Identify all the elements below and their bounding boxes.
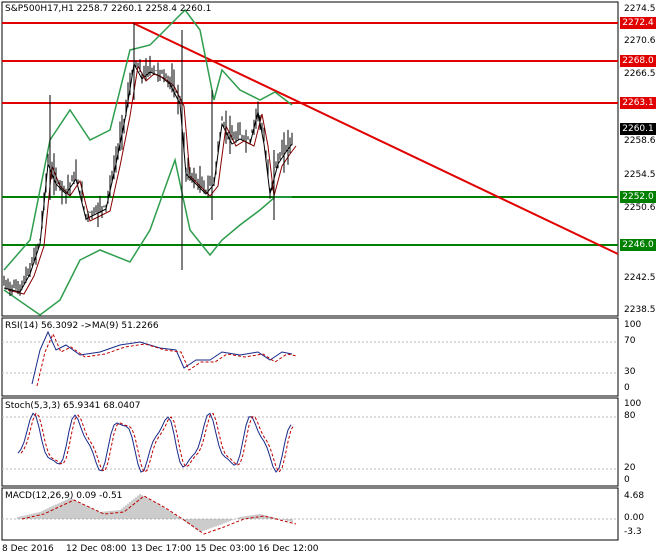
price-tick: 2258.6 bbox=[624, 136, 656, 146]
stoch-tick: 100 bbox=[624, 399, 642, 409]
macd-signal-line bbox=[21, 495, 297, 535]
chart-canvas bbox=[1, 1, 619, 541]
macd-tick: -3.3 bbox=[624, 527, 642, 537]
price-label-2272: 2272.4 bbox=[620, 17, 656, 29]
current-price-label: 2260.1 bbox=[620, 123, 656, 135]
symbol-header: S&P500H17,H1 2258.7 2260.1 2258.4 2260.1 bbox=[5, 4, 212, 14]
ma-line bbox=[7, 64, 297, 295]
price-tick: 2270.6 bbox=[624, 36, 656, 46]
moving-averages bbox=[3, 62, 297, 295]
bollinger-upper bbox=[3, 8, 293, 271]
time-label: 16 Dec 12:00 bbox=[258, 544, 319, 554]
macd-tick: 4.68 bbox=[624, 491, 645, 501]
stoch-lines bbox=[17, 412, 295, 473]
time-label: 8 Dec 2016 bbox=[2, 544, 54, 554]
price-tick: 2238.5 bbox=[624, 305, 656, 315]
macd-header: MACD(12,26,9) 0.09 -0.51 bbox=[5, 491, 123, 501]
stoch-tick: 20 bbox=[624, 463, 636, 473]
price-tick: 2274.5 bbox=[624, 4, 656, 14]
rsi-tick: 0 bbox=[624, 383, 630, 393]
stoch-signal-line bbox=[20, 412, 295, 473]
rsi-line bbox=[31, 330, 293, 385]
price-tick: 2250.6 bbox=[624, 203, 656, 213]
price-tick: 2254.5 bbox=[624, 170, 656, 180]
time-label: 12 Dec 08:00 bbox=[66, 544, 127, 554]
ma-line bbox=[3, 62, 293, 293]
main-panel-frame bbox=[1, 1, 619, 317]
price-tick: 2266.5 bbox=[624, 69, 656, 79]
rsi-header: RSI(14) 56.3092 ->MA(9) 51.2266 bbox=[5, 321, 159, 331]
rsi-tick: 70 bbox=[624, 336, 636, 346]
price-tick: 2242.5 bbox=[624, 273, 656, 283]
price-label-2268: 2268.0 bbox=[620, 55, 656, 67]
price-label-2246: 2246.0 bbox=[620, 239, 656, 251]
rsi-tick: 100 bbox=[624, 320, 642, 330]
stoch-tick: 80 bbox=[624, 411, 636, 421]
price-label-2263: 2263.1 bbox=[620, 97, 656, 109]
stoch-header: Stoch(5,3,3) 65.9341 68.0407 bbox=[5, 401, 141, 411]
stoch-panel-frame bbox=[1, 397, 619, 487]
bollinger-bands bbox=[3, 8, 293, 316]
rsi-lines bbox=[31, 330, 298, 387]
price-bars bbox=[3, 23, 293, 296]
price-label-2252: 2252.0 bbox=[620, 191, 656, 203]
rsi-tick: 30 bbox=[624, 367, 636, 377]
bollinger-lower bbox=[3, 157, 292, 316]
time-label: 15 Dec 03:00 bbox=[195, 544, 256, 554]
time-label: 13 Dec 17:00 bbox=[131, 544, 192, 554]
macd-tick: 0.00 bbox=[624, 513, 645, 523]
stoch-tick: 0 bbox=[624, 475, 630, 485]
